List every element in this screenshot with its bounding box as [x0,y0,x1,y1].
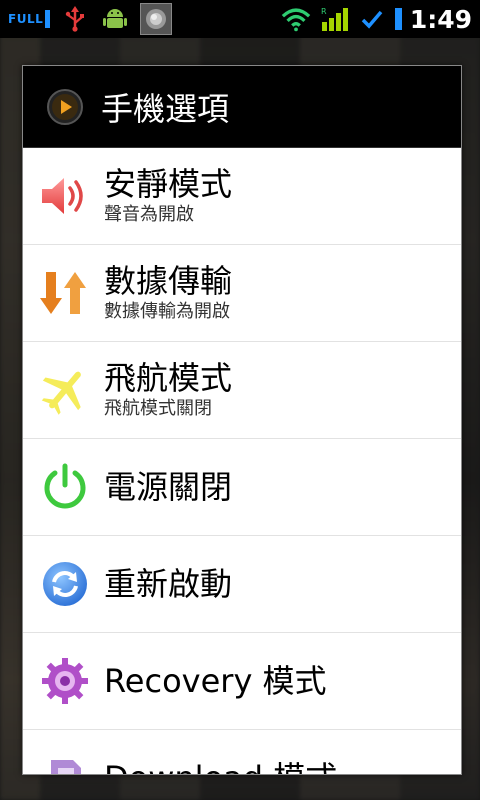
option-label: Recovery 模式 [104,662,327,700]
phone-options-dialog: 手機選項 安靜模式 聲音為開啟 數據傳輸 數據傳輸為開啟 飛航模式 飛航模式關閉… [22,65,462,775]
media-thumbnail [140,3,173,35]
sync-check-icon [357,4,387,34]
option-airplane-mode[interactable]: 飛航模式 飛航模式關閉 [23,342,461,439]
reboot-icon [40,559,90,609]
wifi-icon [281,4,311,34]
battery-icon [394,8,402,30]
dialog-header: 手機選項 [23,66,461,148]
usb-icon [60,4,90,34]
option-download-mode[interactable]: Download 模式 [23,730,461,774]
status-bar: FULL R 1:49 [0,0,480,38]
signal-icon: R [319,4,349,34]
option-recovery-mode[interactable]: Recovery 模式 [23,633,461,730]
sim-card-icon [40,753,90,774]
option-label: 數據傳輸 [104,262,233,300]
option-sublabel: 飛航模式關閉 [104,398,212,419]
option-data-transfer[interactable]: 數據傳輸 數據傳輸為開啟 [23,245,461,342]
option-label: 電源關閉 [104,468,233,506]
speaker-icon [40,171,90,221]
power-icon [40,462,90,512]
clock: 1:49 [409,4,472,34]
full-label: FULL [8,12,44,26]
option-label: 飛航模式 [104,359,233,397]
options-list: 安靜模式 聲音為開啟 數據傳輸 數據傳輸為開啟 飛航模式 飛航模式關閉 電源關閉… [23,148,461,774]
power-menu-icon [43,85,87,129]
recovery-gear-icon [40,656,90,706]
android-debug-icon [100,4,130,34]
option-label: Download 模式 [104,759,337,774]
option-label: 安靜模式 [104,165,233,203]
option-silent-mode[interactable]: 安靜模式 聲音為開啟 [23,148,461,245]
option-power-off[interactable]: 電源關閉 [23,439,461,536]
dialog-title: 手機選項 [101,89,230,128]
full-indicator: FULL [8,10,51,28]
airplane-icon [40,365,90,415]
option-reboot[interactable]: 重新啟動 [23,536,461,633]
option-sublabel: 聲音為開啟 [104,204,194,225]
svg-text:R: R [321,7,327,16]
data-transfer-icon [40,268,90,318]
option-sublabel: 數據傳輸為開啟 [104,301,230,322]
option-label: 重新啟動 [104,565,233,603]
